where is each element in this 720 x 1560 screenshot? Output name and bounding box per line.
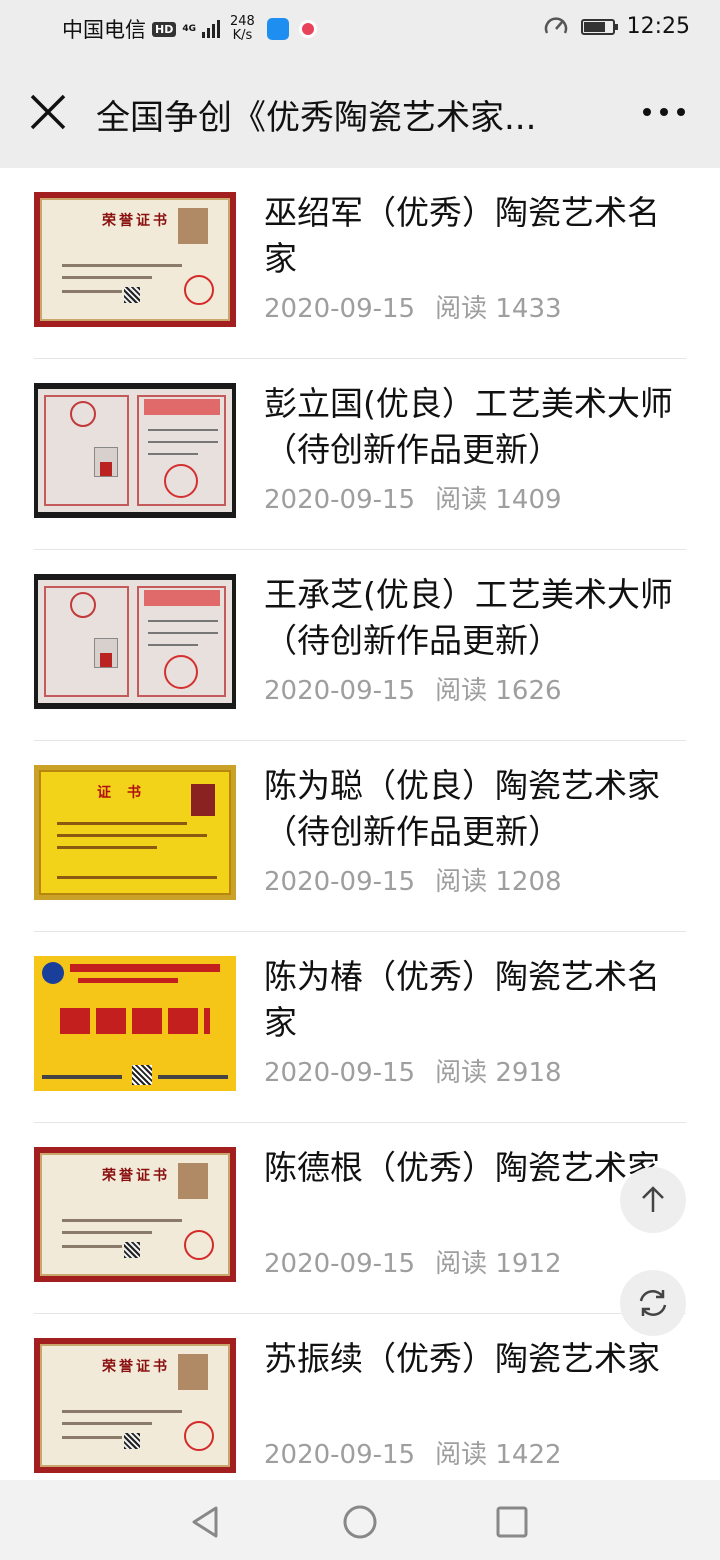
- back-button[interactable]: [186, 1502, 226, 1542]
- article-date: 2020-09-15: [264, 676, 416, 706]
- certificate-thumbnail: 荣誉证书: [34, 1147, 236, 1282]
- navigation-bar: [0, 1480, 720, 1560]
- close-button[interactable]: [24, 88, 72, 136]
- article-date: 2020-09-15: [264, 867, 416, 897]
- carrier-name: 中国电信: [62, 18, 146, 42]
- more-icon: [677, 108, 685, 116]
- certificate-thumbnail: 荣誉证书: [34, 1338, 236, 1473]
- status-left: 中国电信 HD 4G 248 K/s: [62, 14, 317, 44]
- hd-badge: HD: [152, 21, 177, 37]
- article-date: 2020-09-15: [264, 1440, 416, 1470]
- article-item[interactable]: 证书 陈为聪（优良）陶瓷艺术家（待创新作品更新） 2020-09-15 阅读 12…: [34, 741, 686, 932]
- speed-unit: K/s: [232, 28, 253, 43]
- refresh-icon: [639, 1290, 667, 1316]
- network-type: 4G: [182, 23, 196, 34]
- article-item[interactable]: 彭立国(优良）工艺美术大师（待创新作品更新） 2020-09-15 阅读 1409: [34, 359, 686, 550]
- article-title: 王承芝(优良）工艺美术大师（待创新作品更新）: [264, 575, 673, 660]
- article-reads: 阅读 1208: [435, 867, 562, 897]
- article-reads: 阅读 1433: [435, 294, 562, 324]
- article-reads: 阅读 1912: [435, 1249, 562, 1279]
- home-button[interactable]: [340, 1502, 380, 1542]
- back-triangle-icon: [192, 1506, 218, 1538]
- article-date: 2020-09-15: [264, 485, 416, 515]
- scroll-top-button[interactable]: [620, 1167, 686, 1233]
- network-speed: 248 K/s: [230, 15, 255, 43]
- article-reads: 阅读 1626: [435, 676, 562, 706]
- certificate-thumbnail: [34, 574, 236, 709]
- article-item[interactable]: 陈为椿（优秀）陶瓷艺术名家 2020-09-15 阅读 2918: [34, 932, 686, 1123]
- article-title: 巫绍军（优秀）陶瓷艺术名家: [264, 193, 660, 278]
- article-item[interactable]: 荣誉证书 陈德根（优秀）陶瓷艺术家 2020-09-15 阅读 1912: [34, 1123, 686, 1314]
- more-icon: [660, 108, 668, 116]
- close-icon: [30, 94, 66, 130]
- article-title: 彭立国(优良）工艺美术大师（待创新作品更新）: [264, 384, 673, 469]
- certificate-thumbnail: 荣誉证书: [34, 192, 236, 327]
- article-title: 苏振续（优秀）陶瓷艺术家: [264, 1339, 660, 1378]
- recents-button[interactable]: [492, 1502, 532, 1542]
- article-item[interactable]: 荣誉证书 苏振续（优秀）陶瓷艺术家 2020-09-15 阅读 1422: [34, 1314, 686, 1480]
- certificate-thumbnail: [34, 383, 236, 518]
- article-date: 2020-09-15: [264, 1058, 416, 1088]
- article-reads: 阅读 2918: [435, 1058, 562, 1088]
- speed-value: 248: [230, 14, 255, 29]
- article-item[interactable]: 王承芝(优良）工艺美术大师（待创新作品更新） 2020-09-15 阅读 1626: [34, 550, 686, 741]
- certificate-thumbnail: [34, 956, 236, 1091]
- article-date: 2020-09-15: [264, 294, 416, 324]
- article-list: 荣誉证书 巫绍军（优秀）陶瓷艺术名家 2020-09-15 阅读 1433 彭立国…: [0, 168, 720, 1480]
- article-reads: 阅读 1409: [435, 485, 562, 515]
- status-bar: 中国电信 HD 4G 248 K/s 12:25: [0, 0, 720, 58]
- home-circle-icon: [343, 1505, 377, 1539]
- page-title: 全国争创《优秀陶瓷艺术家...: [96, 98, 537, 138]
- article-item[interactable]: 荣誉证书 巫绍军（优秀）陶瓷艺术名家 2020-09-15 阅读 1433: [34, 168, 686, 359]
- battery-icon: [580, 18, 618, 35]
- clock: 12:25: [626, 14, 690, 39]
- certificate-thumbnail: 证书: [34, 765, 236, 900]
- article-date: 2020-09-15: [264, 1249, 416, 1279]
- recents-square-icon: [496, 1506, 528, 1538]
- speedometer-icon: [544, 16, 567, 34]
- status-right: 12:25: [543, 14, 690, 39]
- title-bar: 全国争创《优秀陶瓷艺术家...: [0, 58, 720, 168]
- more-button[interactable]: [632, 94, 696, 130]
- arrow-up-icon: [642, 1186, 664, 1212]
- refresh-button[interactable]: [620, 1270, 686, 1336]
- recording-icon: [298, 20, 317, 38]
- signal-icon: [202, 20, 220, 38]
- hotspot-icon: [266, 18, 289, 40]
- article-title: 陈为椿（优秀）陶瓷艺术名家: [264, 957, 660, 1042]
- more-icon: [643, 108, 651, 116]
- article-reads: 阅读 1422: [435, 1440, 562, 1470]
- article-title: 陈为聪（优良）陶瓷艺术家（待创新作品更新）: [264, 766, 660, 851]
